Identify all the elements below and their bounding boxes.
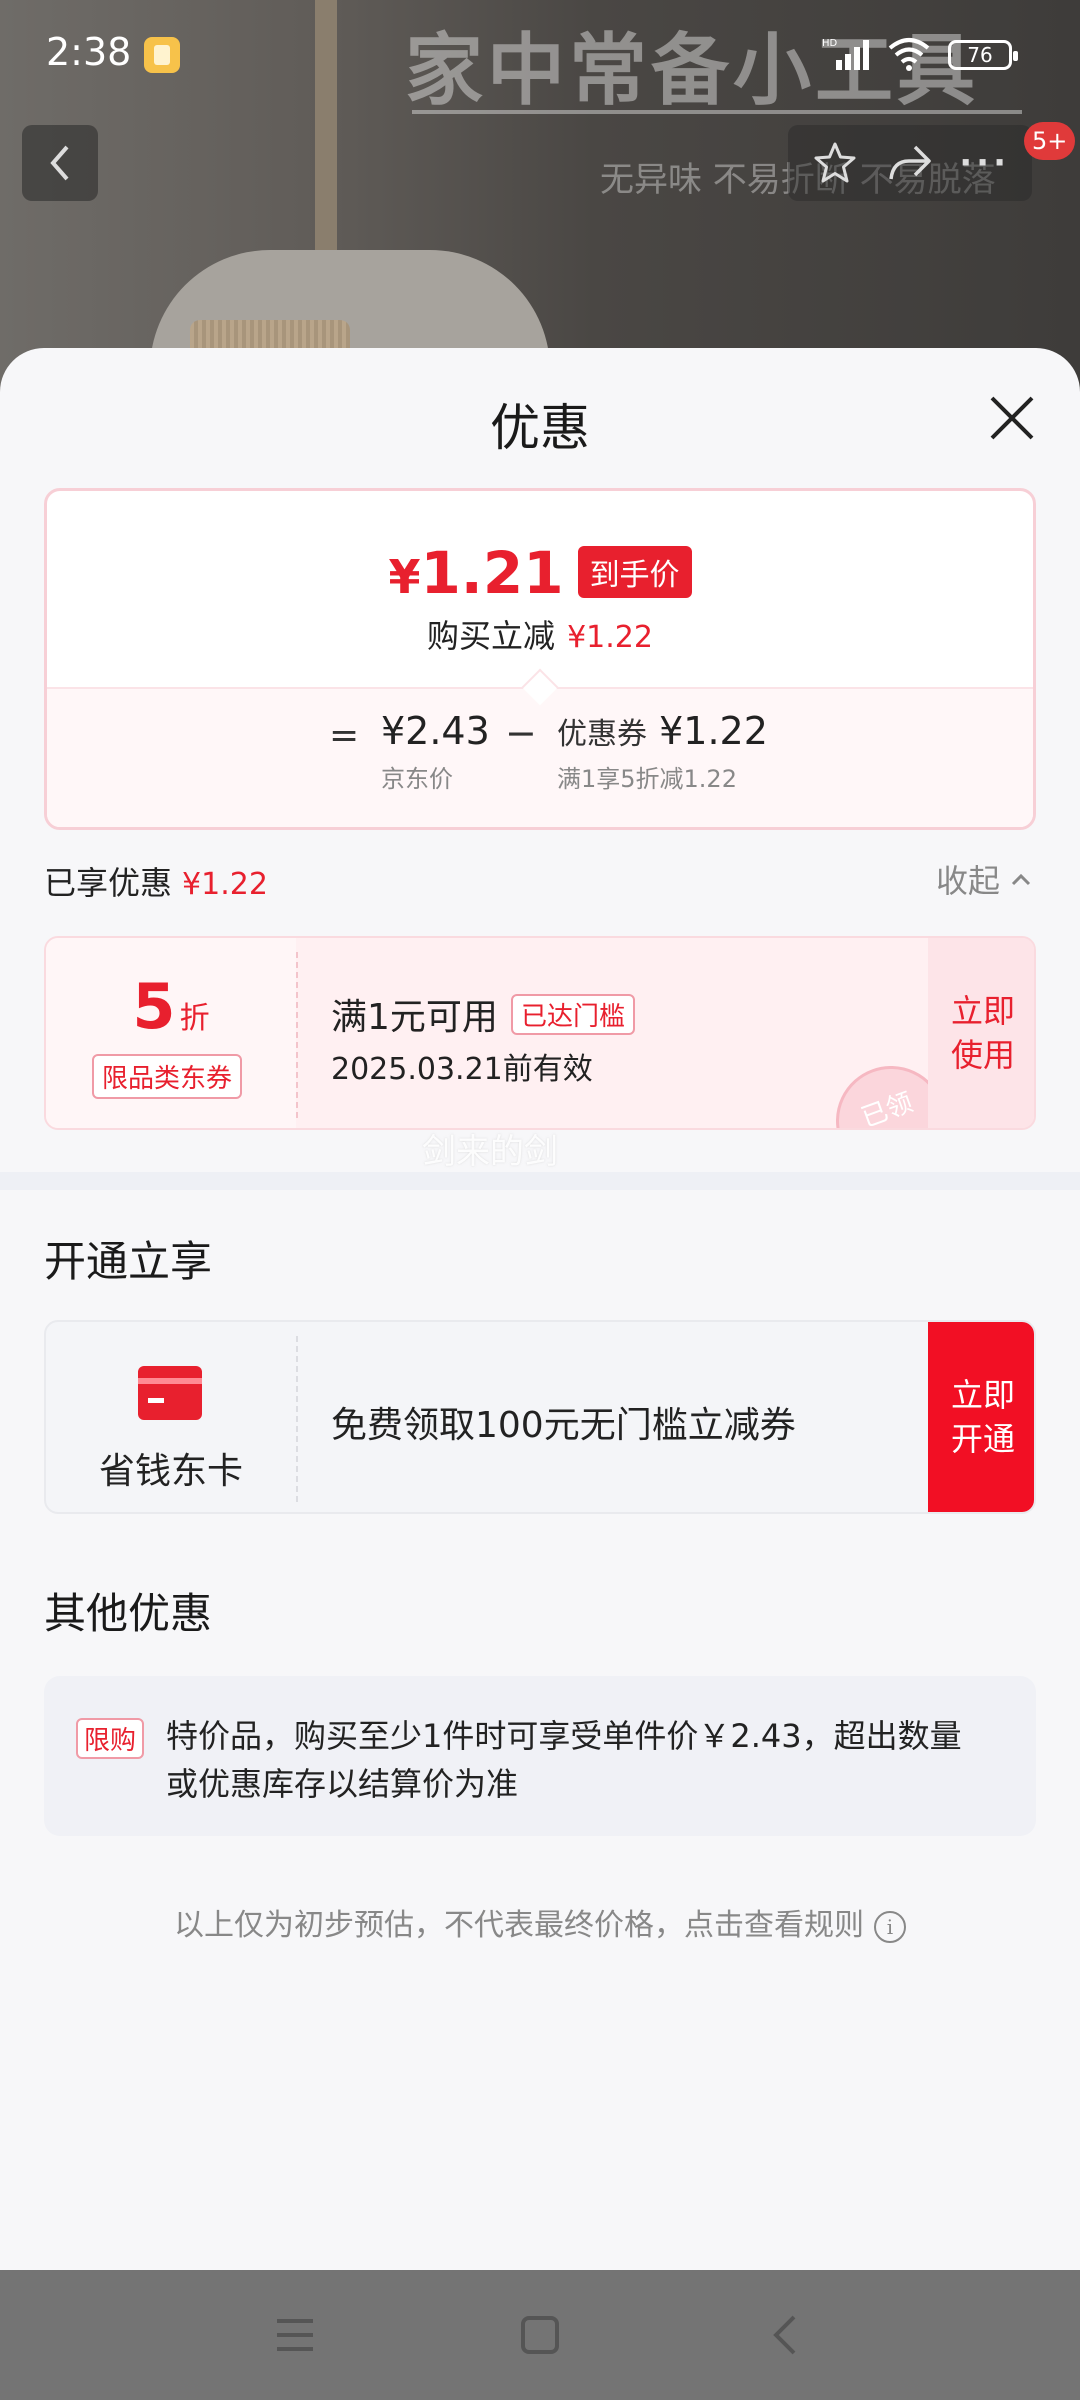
close-icon [990, 396, 1034, 440]
notification-badge: 5+ [1024, 122, 1076, 160]
status-bar: 2:38 HD 76 [0, 0, 1080, 100]
price-breakdown [47, 687, 1033, 827]
coupon-discount: 5折 [46, 970, 296, 1043]
menu-nav-button[interactable] [265, 2305, 325, 2365]
share-icon [889, 145, 931, 180]
instant-discount-label: 购买立减 [427, 617, 556, 655]
threshold-reached-tag: 已达门槛 [511, 994, 636, 1035]
back-button[interactable] [22, 125, 98, 201]
coupon-line: 优惠券 ¥1.22 [557, 709, 768, 753]
coupon-label: 优惠券 [557, 717, 647, 752]
collapse-button[interactable]: 收起 [936, 856, 1032, 902]
disclaimer-link[interactable]: 以上仅为初步预估，不代表最终价格，点击查看规则 i [0, 1900, 1080, 1944]
star-icon [814, 142, 856, 183]
enjoyed-label: 已享优惠 [44, 864, 173, 902]
collapse-label: 收起 [936, 862, 1001, 900]
coupon-discount-unit: 折 [179, 1001, 210, 1036]
final-price-row: ¥ 1.21 到手价 [47, 539, 1033, 607]
notes-app-icon [144, 37, 180, 73]
membership-divider [296, 1336, 298, 1502]
watermark: 剑来的剑 [422, 1132, 558, 1172]
membership-card: 省钱东卡 免费领取100元无门槛立减券 立即 开通 [44, 1320, 1036, 1514]
membership-name: 省钱东卡 [98, 1451, 243, 1492]
final-price-tag: 到手价 [577, 546, 692, 598]
coupon-discount-value: 5 [132, 970, 176, 1043]
sheet-title: 优惠 [490, 399, 590, 457]
enjoyed-amount: ¥1.22 [182, 867, 268, 902]
final-price: 1.21 [420, 539, 564, 607]
wifi-icon [888, 38, 930, 71]
chevron-left-icon [50, 145, 69, 181]
other-offer-text: 特价品，购买至少1件时可享受单件价￥2.43，超出数量或优惠库存以结算价为准 [166, 1717, 962, 1803]
system-nav-bar [0, 2270, 1080, 2400]
close-button[interactable] [980, 386, 1044, 450]
jd-price-label: 京东价 [381, 765, 453, 793]
coupon-desc: 满1享5折减1.22 [557, 765, 737, 793]
instant-discount-row: 购买立减 ¥1.22 [47, 611, 1033, 657]
coupon-condition: 满1元可用 [331, 997, 498, 1038]
jd-price-block: ¥2.43 京东价 [381, 709, 490, 794]
coupon-expiry: 2025.03.21前有效 [331, 1052, 593, 1087]
battery-icon: 76 [948, 40, 1018, 70]
headline-rule [412, 110, 1022, 114]
top-actions: ··· [788, 125, 1032, 201]
other-offer-box: 限购 特价品，购买至少1件时可享受单件价￥2.43，超出数量或优惠库存以结算价为… [44, 1676, 1036, 1836]
final-price-currency: ¥ [388, 550, 421, 604]
more-icon: ··· [959, 143, 1011, 183]
home-nav-button[interactable] [510, 2305, 570, 2365]
jd-price: ¥2.43 [381, 709, 490, 753]
price-card: ¥ 1.21 到手价 购买立减 ¥1.22 = ¥2.43 京东价 − 优惠券 ¥… [44, 488, 1036, 830]
coupon-price-block: 优惠券 ¥1.22 满1享5折减1.22 [557, 709, 768, 794]
back-nav-button[interactable] [755, 2305, 815, 2365]
svg-text:HD: HD [822, 38, 838, 49]
disclaimer-text: 以上仅为初步预估，不代表最终价格，点击查看规则 [174, 1908, 864, 1943]
minus-sign: − [505, 711, 537, 755]
favorite-button[interactable] [805, 133, 865, 193]
instant-discount-amount: ¥1.22 [567, 620, 653, 655]
offers-sheet: 优惠 ¥ 1.21 到手价 购买立减 ¥1.22 = ¥2.43 京东价 − 优惠… [0, 348, 1080, 2270]
signal-icon: HD [822, 38, 869, 70]
info-icon: i [874, 1910, 906, 1943]
chevron-up-icon [1011, 873, 1031, 886]
share-button[interactable] [880, 133, 940, 193]
equals-sign: = [329, 715, 360, 756]
status-time: 2:38 [46, 30, 132, 74]
other-section-title: 其他优惠 [44, 1589, 213, 1638]
membership-desc: 免费领取100元无门槛立减券 [331, 1405, 796, 1446]
menu-icon [277, 2319, 313, 2351]
credit-card-icon [138, 1366, 202, 1420]
limit-tag: 限购 [76, 1718, 145, 1759]
coupon-amount: ¥1.22 [659, 709, 768, 753]
coupon-card: 5折 限品类东券 满1元可用 已达门槛 2025.03.21前有效 已领 立即使… [44, 936, 1036, 1130]
use-coupon-button[interactable]: 立即 使用 [928, 938, 1034, 1128]
open-section-title: 开通立享 [44, 1237, 213, 1286]
coupon-type-tag: 限品类东券 [92, 1054, 243, 1099]
home-square-icon [521, 2316, 559, 2354]
more-button[interactable]: ··· [955, 133, 1015, 193]
section-separator [0, 1172, 1080, 1190]
back-triangle-icon [773, 2315, 796, 2355]
coupon-divider [296, 952, 298, 1118]
enjoyed-discount: 已享优惠 ¥1.22 [44, 858, 268, 904]
open-membership-button[interactable]: 立即 开通 [928, 1322, 1034, 1512]
